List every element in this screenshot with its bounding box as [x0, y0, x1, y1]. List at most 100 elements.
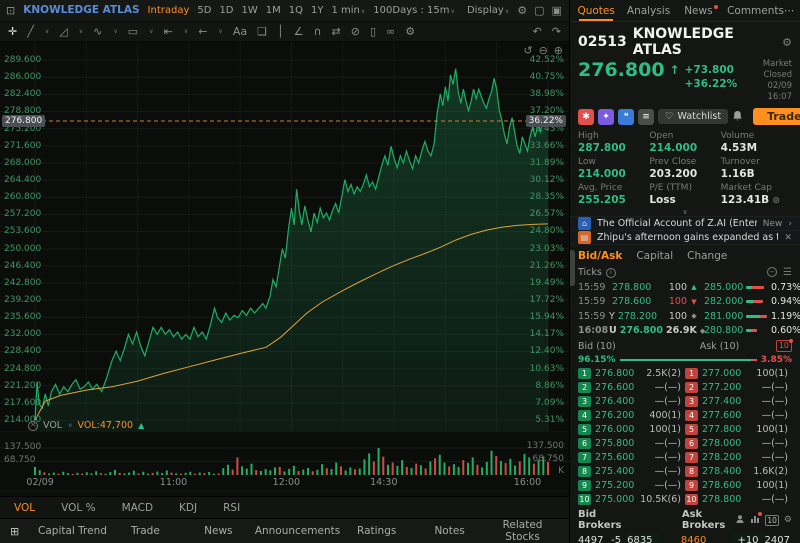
vol-label[interactable]: VOL	[43, 420, 62, 431]
span-select[interactable]: 100Days : 15m∨	[373, 5, 455, 16]
nav-capital-trend[interactable]: Capital Trend	[36, 525, 109, 537]
chat-badge-icon[interactable]: ❝	[618, 109, 634, 125]
header-more-icon[interactable]: ⋯	[784, 5, 800, 17]
price-level-row[interactable]: 281.0001.19%	[704, 309, 800, 324]
flower-badge-icon[interactable]: ✱	[578, 109, 594, 125]
price-chart[interactable]: 289.600286.000282.400278.800275.200271.6…	[0, 42, 569, 431]
range-tab-1d[interactable]: 1D	[219, 5, 233, 16]
subtab-change[interactable]: Change	[687, 250, 727, 262]
banner-close-icon[interactable]: ✕	[784, 233, 792, 243]
bid-level-9[interactable]: 9275.200—(—)	[578, 480, 685, 491]
volume-pane[interactable]: ✕ VOL ∨ VOL:47,700 ▲ 137.500 68.750 137.…	[0, 431, 569, 476]
ask-level-8[interactable]: 8278.4001.6K(2)	[685, 466, 792, 477]
ask-level-7[interactable]: 7278.200—(—)	[685, 452, 792, 463]
window-panel-icon[interactable]: ⊞	[10, 525, 36, 538]
nav-news[interactable]: News	[182, 525, 255, 537]
range-tab-1y[interactable]: 1Y	[311, 5, 323, 16]
link-tool-icon[interactable]: ∞	[386, 26, 395, 37]
zoom-in-icon[interactable]: ⊕	[554, 44, 563, 57]
swap-tool-icon[interactable]: ⇄	[332, 26, 341, 37]
news-badge-icon[interactable]: ≡	[638, 109, 654, 125]
tick-row[interactable]: 15:59278.600100▼	[578, 295, 698, 310]
tab-analysis[interactable]: Analysis	[622, 0, 674, 21]
panel-resize-handle[interactable]	[570, 250, 575, 286]
move-tool-icon[interactable]: ✛	[8, 26, 17, 37]
comment-tool-icon[interactable]: ❏	[257, 26, 267, 37]
wave-tool-icon[interactable]: ∿	[93, 26, 102, 37]
text-tool-icon[interactable]: Aa	[233, 26, 247, 37]
bid-broker-cell[interactable]: -5	[609, 533, 627, 543]
ask-level-10[interactable]: 10278.800—(—)	[685, 494, 792, 505]
ask-level-6[interactable]: 6278.000—(—)	[685, 438, 792, 449]
hline-tool-icon[interactable]: ⇤	[164, 26, 173, 37]
bid-level-2[interactable]: 2276.600—(—)	[578, 382, 685, 393]
interval-select[interactable]: 1 min∨	[331, 5, 365, 16]
tab-comments[interactable]: Comments	[727, 0, 784, 21]
tab-intraday[interactable]: Intraday	[148, 5, 190, 16]
nav-notes[interactable]: Notes	[413, 525, 486, 537]
stock-name-label[interactable]: KNOWLEDGE ATLAS	[23, 4, 139, 16]
bid-broker-cell[interactable]: 6835	[627, 533, 658, 543]
range-tab-1q[interactable]: 1Q	[289, 5, 303, 16]
bid-broker-cell[interactable]	[659, 533, 681, 543]
ask-level-1[interactable]: 1277.000100(1)	[685, 368, 792, 379]
broker-settings-gear-icon[interactable]: ⚙	[784, 515, 792, 525]
banner-news[interactable]: ▤ Zhipu's afternoon gains expanded as th…	[570, 230, 800, 244]
list-icon[interactable]: ☰	[783, 267, 792, 278]
hide-drawings-icon[interactable]: ⊘	[351, 26, 360, 37]
tab-news[interactable]: News	[675, 0, 727, 21]
stats-collapse-chevron[interactable]: ∨	[570, 208, 800, 216]
bid-broker-cell[interactable]: 4497	[578, 533, 609, 543]
indicator-tab-vol[interactable]: VOL	[14, 502, 35, 514]
banner-arrow-icon[interactable]: ›	[788, 219, 792, 229]
tab-quotes[interactable]: Quotes	[570, 0, 622, 21]
range-tab-1w[interactable]: 1W	[242, 5, 258, 16]
ask-broker-cell[interactable]: 8460	[681, 533, 712, 543]
alert-bell-icon[interactable]	[732, 107, 743, 126]
ten-levels-badge[interactable]: 10	[776, 340, 792, 352]
ask-level-9[interactable]: 9278.600100(1)	[685, 480, 792, 491]
ask-broker-cell[interactable]	[712, 533, 733, 543]
bid-level-7[interactable]: 7275.600—(—)	[578, 452, 685, 463]
bid-level-8[interactable]: 8275.400—(—)	[578, 466, 685, 477]
quote-settings-gear-icon[interactable]: ⚙	[782, 36, 792, 49]
indicator-tab-vol[interactable]: VOL %	[61, 502, 95, 514]
reset-zoom-icon[interactable]: ↺	[523, 44, 532, 57]
subtab-bidask[interactable]: Bid/Ask	[578, 250, 622, 262]
display-select[interactable]: Display∨	[467, 5, 509, 16]
redo-icon[interactable]: ↷	[552, 26, 561, 37]
ask-broker-cell[interactable]: +10	[733, 533, 764, 543]
subtab-capital[interactable]: Capital	[636, 250, 673, 262]
bid-level-5[interactable]: 5276.000100(1)	[578, 424, 685, 435]
arrow-tool-icon[interactable]: ←	[198, 26, 207, 37]
info-icon[interactable]: i	[606, 268, 616, 278]
bid-level-6[interactable]: 6275.800—(—)	[578, 438, 685, 449]
tick-row[interactable]: 15:59Y278.200100◆	[578, 309, 698, 324]
line-tool-icon[interactable]: ╱	[27, 26, 34, 37]
watchlist-button[interactable]: ♡Watchlist	[658, 109, 728, 124]
flash-badge-icon[interactable]: ✦	[598, 109, 614, 125]
ask-broker-cell[interactable]: 2407	[765, 533, 796, 543]
bid-level-4[interactable]: 4276.200400(1)	[578, 410, 685, 421]
broker-profile-icon[interactable]	[735, 514, 745, 527]
zoom-out-icon[interactable]: ⊖	[539, 44, 548, 57]
ask-level-5[interactable]: 5277.800100(1)	[685, 424, 792, 435]
rect-tool-icon[interactable]: ▭	[128, 26, 138, 37]
nav-announcements[interactable]: Announcements	[255, 525, 340, 537]
broker-chart-icon[interactable]	[750, 514, 760, 527]
collapse-ticks-icon[interactable]: −	[767, 267, 777, 277]
layout-box-icon[interactable]: ▢	[534, 4, 544, 17]
bid-level-1[interactable]: 1276.8002.5K(2)	[578, 368, 685, 379]
magnet-tool-icon[interactable]: ∩	[313, 26, 321, 37]
tick-row[interactable]: 15:59278.800100▲	[578, 280, 698, 295]
tick-row[interactable]: 16:08U276.80026.9K◆	[578, 324, 698, 339]
draw-settings-gear-icon[interactable]: ⚙	[405, 26, 415, 37]
nav-trade[interactable]: Trade	[109, 525, 182, 537]
camera-icon[interactable]: ▣	[552, 4, 562, 17]
settings-gear-icon[interactable]: ⚙	[517, 4, 527, 17]
delete-drawings-icon[interactable]: ▯	[370, 26, 376, 37]
nav-ratings[interactable]: Ratings	[340, 525, 413, 537]
trade-button[interactable]: Trade	[753, 108, 800, 125]
indicator-tab-kdj[interactable]: KDJ	[179, 502, 197, 514]
info-circle-icon[interactable]: ⊙	[769, 196, 780, 206]
